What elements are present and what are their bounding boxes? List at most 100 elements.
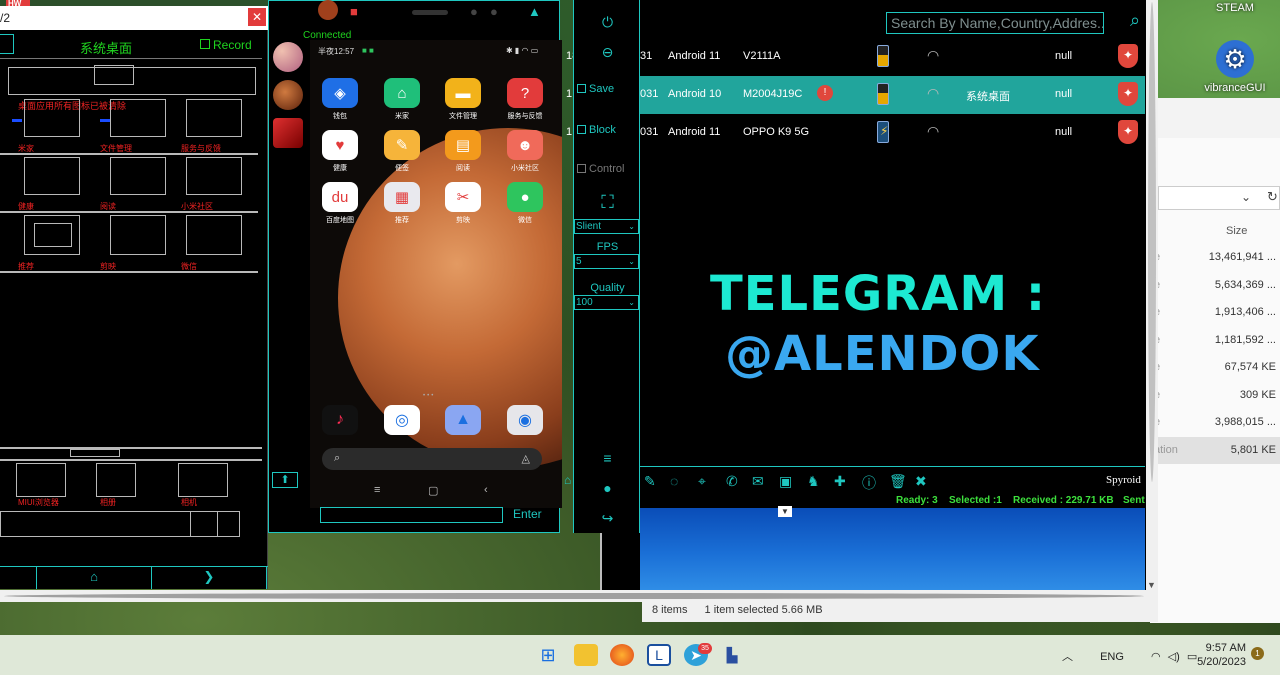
volume-icon[interactable]: ◁) bbox=[1168, 651, 1180, 663]
camera-icon[interactable]: ◉ bbox=[507, 405, 543, 435]
book-icon[interactable]: ▤ 阅读 bbox=[443, 130, 483, 173]
chevron-up-icon[interactable]: ︿ bbox=[1062, 651, 1073, 663]
heart-icon[interactable]: ♥ 健康 bbox=[320, 130, 360, 173]
map-icon[interactable]: du 百度地图 bbox=[320, 182, 360, 225]
horizontal-scrollbar[interactable] bbox=[0, 590, 1158, 602]
trash-icon[interactable]: 🗑 bbox=[889, 473, 907, 490]
wallpaper-thumbnail[interactable] bbox=[273, 118, 303, 148]
file-row[interactable]: e309 KE bbox=[1150, 382, 1280, 409]
wallet-icon[interactable]: ◈ 钱包 bbox=[320, 78, 360, 121]
browser-icon[interactable]: ◎ bbox=[384, 405, 420, 435]
file-row[interactable]: e1,181,592 ... bbox=[1150, 327, 1280, 354]
search-input[interactable]: Search By Name,Country,Addres.... bbox=[886, 12, 1104, 34]
desktop-icon-steam[interactable]: STEAM bbox=[1205, 2, 1265, 14]
notes-icon[interactable]: ✎ 便签 bbox=[382, 130, 422, 173]
network-app-icon[interactable]: ▙ bbox=[720, 644, 744, 666]
folder-icon[interactable]: ▬ 文件管理 bbox=[443, 78, 483, 121]
scrollbar-thumb[interactable] bbox=[1148, 2, 1156, 482]
recommend-icon[interactable]: ▦ 推荐 bbox=[382, 182, 422, 225]
fps-select[interactable]: 5 ⌄ bbox=[574, 254, 639, 269]
info-icon[interactable]: ⓘ bbox=[862, 473, 876, 493]
nav-back-button[interactable] bbox=[0, 567, 37, 589]
home-icon[interactable]: ▢ bbox=[428, 484, 438, 497]
language-indicator[interactable]: ENG bbox=[1100, 651, 1124, 663]
remove-user-icon[interactable]: ✖ bbox=[915, 473, 927, 490]
wireframe-box bbox=[178, 463, 228, 497]
scrollbar-thumb[interactable] bbox=[4, 593, 1144, 599]
device-row-selected[interactable]: 1 031 Android 10 M2004J19C ! ◠ 系统桌面 null… bbox=[566, 76, 1145, 114]
gallery-icon[interactable]: ▲ bbox=[445, 405, 481, 435]
file-row[interactable]: e13,461,941 ... bbox=[1150, 244, 1280, 271]
lock-icon[interactable]: ▲ bbox=[528, 4, 541, 19]
wifi-icon[interactable]: ◠ bbox=[1151, 651, 1161, 663]
chevron-right-icon[interactable]: ❯ bbox=[152, 567, 267, 589]
edit-icon[interactable]: ✎ bbox=[644, 473, 656, 490]
device-action-bar: ✎ ◌ ⌖ ✆ ✉ ▣ ♞ ✚ ⓘ 🗑 ✖ bbox=[640, 466, 1145, 494]
chevron-down-icon[interactable]: ⌄ bbox=[1241, 190, 1251, 204]
app-label: 米家 bbox=[395, 113, 409, 120]
enter-button[interactable]: Enter bbox=[513, 507, 542, 521]
phone-screen[interactable]: 半夜12:57 ■ ■ ✱ ▮ ◠ ▭ ◈ 钱包 ⌂ 米家 ▬ 文件管理? 服务与反馈 ♥ 健康… bbox=[310, 40, 562, 508]
search-icon[interactable]: ⌕ bbox=[1130, 10, 1140, 31]
wechat-icon[interactable]: ● 微信 bbox=[505, 182, 545, 225]
refresh-icon[interactable]: ↻ bbox=[1267, 189, 1278, 205]
shield-icon[interactable]: ✦ bbox=[1118, 82, 1138, 106]
start-icon[interactable]: ⊞ bbox=[536, 644, 560, 666]
scroll-down-icon[interactable]: ▼ bbox=[1147, 580, 1156, 590]
mail-icon[interactable]: ✉ bbox=[752, 473, 764, 490]
record-dot-icon[interactable]: ● bbox=[574, 480, 641, 496]
feedback-icon[interactable]: ? 服务与反馈 bbox=[505, 78, 545, 121]
size-column-header[interactable]: Size bbox=[1226, 225, 1247, 237]
location-icon[interactable]: ⌖ bbox=[698, 473, 706, 490]
add-user-icon[interactable]: ✚ bbox=[834, 473, 846, 490]
chat-icon[interactable]: ◌ bbox=[670, 473, 678, 489]
wallpaper-thumbnail[interactable] bbox=[273, 80, 303, 110]
upload-arrow-icon[interactable]: ⬆ bbox=[272, 472, 298, 488]
file-row-selected[interactable]: ation 5,801 KE bbox=[1150, 437, 1280, 464]
side-toggle-button[interactable] bbox=[0, 34, 14, 54]
desktop-icon-vibrance[interactable]: ⚙ vibranceGUI bbox=[1200, 40, 1270, 94]
chevron-down-icon[interactable]: ▼ bbox=[778, 506, 792, 517]
phone-search-bar[interactable]: ⌕ ◬ bbox=[322, 448, 542, 470]
back-icon[interactable]: ‹ bbox=[484, 484, 488, 496]
file-explorer-icon[interactable] bbox=[574, 644, 598, 666]
home-icon[interactable]: ⌂ bbox=[37, 567, 152, 589]
file-row[interactable]: e5,634,369 ... bbox=[1150, 272, 1280, 299]
file-row[interactable]: e3,988,015 ... bbox=[1150, 409, 1280, 436]
save-checkbox[interactable]: Save bbox=[577, 83, 614, 95]
shield-icon[interactable]: ✦ bbox=[1118, 44, 1138, 68]
mic-icon[interactable]: ⌂ bbox=[564, 473, 571, 487]
firefox-icon[interactable] bbox=[610, 644, 634, 666]
block-checkbox[interactable]: Block bbox=[577, 124, 616, 136]
community-icon[interactable]: ☻ 小米社区 bbox=[505, 130, 545, 173]
mode-select[interactable]: Slient ⌄ bbox=[574, 219, 639, 234]
wallpaper-thumbnail[interactable] bbox=[273, 42, 303, 72]
device-row[interactable]: 1 031 Android 11 OPPO K9 5G ⚡ ◠ null ✦ bbox=[566, 114, 1145, 152]
quality-select[interactable]: 100 ⌄ bbox=[574, 295, 639, 310]
phone-icon[interactable]: ✆ bbox=[726, 473, 738, 490]
android-icon[interactable]: ♞ bbox=[807, 473, 820, 490]
notification-badge[interactable]: 1 bbox=[1251, 647, 1264, 660]
file-row[interactable]: e67,574 KE bbox=[1150, 354, 1280, 381]
minus-icon[interactable]: ⊖ bbox=[574, 44, 641, 61]
clock[interactable]: 9:57 AM 5/20/2023 bbox=[1186, 641, 1246, 669]
app-icon[interactable]: L bbox=[647, 644, 671, 666]
screen-capture-icon[interactable]: ⛶ bbox=[574, 192, 641, 213]
control-checkbox[interactable]: Control bbox=[577, 163, 624, 175]
share-icon[interactable]: ↪ bbox=[574, 510, 641, 527]
explorer-address-bar[interactable]: ⌄ ↻ bbox=[1158, 186, 1280, 210]
vertical-scrollbar[interactable]: ▼ bbox=[1146, 0, 1158, 590]
command-input[interactable] bbox=[320, 507, 503, 523]
capcut-icon[interactable]: ✂ 剪映 bbox=[443, 182, 483, 225]
record-checkbox[interactable]: Record bbox=[200, 38, 252, 52]
close-icon[interactable]: ✕ bbox=[248, 8, 266, 26]
menu-icon[interactable]: ≡ bbox=[374, 484, 380, 496]
power-icon[interactable]: ⏻ bbox=[574, 14, 641, 31]
mijia-icon[interactable]: ⌂ 米家 bbox=[382, 78, 422, 121]
contacts-icon[interactable]: ▣ bbox=[779, 473, 792, 490]
menu-icon[interactable]: ≡ bbox=[574, 450, 641, 466]
shield-icon[interactable]: ✦ bbox=[1118, 120, 1138, 144]
device-row[interactable]: 18 31 Android 11 V2111A ◠ null ✦ bbox=[566, 38, 1145, 76]
file-row[interactable]: e1,913,406 ... bbox=[1150, 299, 1280, 326]
tiktok-icon[interactable]: ♪ bbox=[322, 405, 358, 435]
